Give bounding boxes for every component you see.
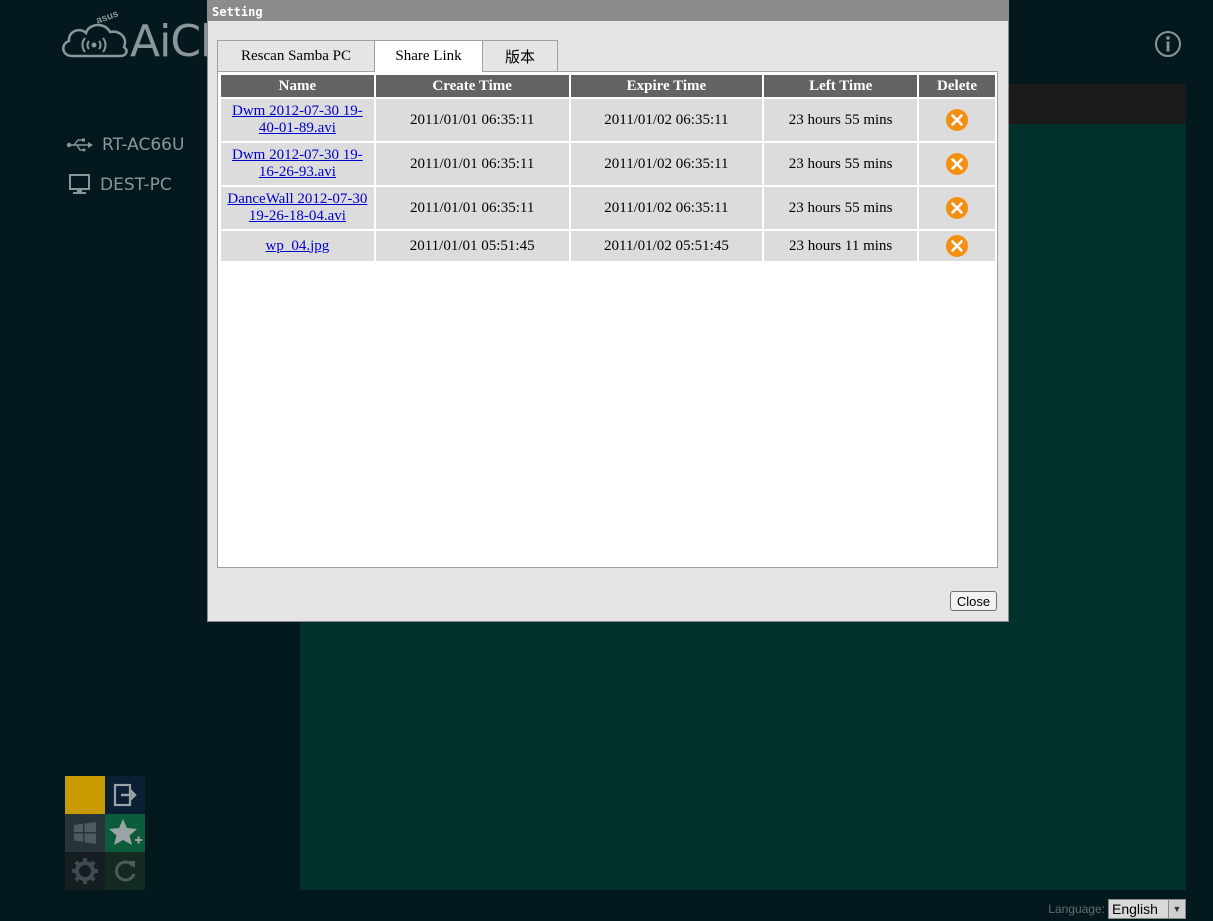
tile-highlight[interactable] [65, 776, 105, 814]
file-name-cell: Dwm 2012-07-30 19- 16-26-93.avi [221, 143, 374, 185]
column-header-expire-time: Expire Time [570, 75, 763, 97]
left-time-cell: 23 hours 55 mins [764, 143, 918, 185]
create-time-cell: 2011/01/01 06:35:11 [375, 99, 569, 141]
delete-cell [919, 231, 995, 261]
table-row: wp_04.jpg 2011/01/01 05:51:45 2011/01/02… [221, 231, 995, 261]
delete-button[interactable] [945, 152, 969, 176]
chevron-down-icon: ▼ [1168, 900, 1185, 918]
file-name-cell: DanceWall 2012-07-30 19-26-18-04.avi [221, 187, 374, 229]
create-time-cell: 2011/01/01 06:35:11 [375, 187, 569, 229]
setting-dialog: Setting Rescan Samba PC Share Link 版本 Na… [207, 0, 1009, 622]
aicloud-logo: asus AiCl [58, 8, 212, 67]
file-link[interactable]: DanceWall 2012-07-30 19-26-18-04.avi [227, 191, 367, 224]
delete-button[interactable] [945, 108, 969, 132]
tab-share-link[interactable]: Share Link [374, 40, 483, 72]
device-label: DEST-PC [100, 175, 172, 195]
column-header-delete: Delete [919, 75, 995, 97]
delete-button[interactable] [945, 234, 969, 258]
column-header-name: Name [221, 75, 374, 97]
monitor-icon [69, 174, 90, 194]
quick-action-tiles [65, 776, 145, 890]
refresh-tile[interactable] [105, 852, 145, 890]
device-label: RT-AC66U [102, 135, 185, 155]
language-select[interactable]: English ▼ [1108, 899, 1186, 919]
tab-bar: Rescan Samba PC Share Link 版本 [217, 40, 558, 72]
language-selector-area: Language: English ▼ [1048, 899, 1186, 919]
device-item-pc[interactable]: DEST-PC [66, 173, 172, 197]
info-icon[interactable] [1154, 30, 1182, 58]
dialog-title: Setting [208, 1, 1008, 21]
create-time-cell: 2011/01/01 05:51:45 [375, 231, 569, 261]
left-time-cell: 23 hours 11 mins [764, 231, 918, 261]
expire-time-cell: 2011/01/02 06:35:11 [570, 99, 763, 141]
file-link[interactable]: wp_04.jpg [266, 238, 330, 254]
share-link-panel: Name Create Time Expire Time Left Time D… [217, 71, 998, 568]
windows-tile[interactable] [65, 814, 105, 852]
expire-time-cell: 2011/01/02 06:35:11 [570, 143, 763, 185]
language-selected-value: English [1112, 901, 1158, 917]
cloud-icon [62, 23, 128, 58]
favorite-add-tile[interactable] [105, 814, 145, 852]
expire-time-cell: 2011/01/02 05:51:45 [570, 231, 763, 261]
expire-time-cell: 2011/01/02 06:35:11 [570, 187, 763, 229]
left-time-cell: 23 hours 55 mins [764, 187, 918, 229]
file-name-cell: Dwm 2012-07-30 19- 40-01-89.avi [221, 99, 374, 141]
table-row: Dwm 2012-07-30 19- 16-26-93.avi 2011/01/0… [221, 143, 995, 185]
device-item-router[interactable]: RT-AC66U [66, 133, 184, 157]
refresh-icon [115, 860, 136, 882]
left-time-cell: 23 hours 55 mins [764, 99, 918, 141]
tab-rescan-samba-pc[interactable]: Rescan Samba PC [217, 40, 375, 71]
close-circle-icon [946, 109, 969, 131]
tab-version[interactable]: 版本 [482, 40, 558, 71]
close-circle-icon [946, 235, 969, 257]
table-row: Dwm 2012-07-30 19- 40-01-89.avi 2011/01/0… [221, 99, 995, 141]
usb-icon [66, 138, 93, 152]
share-link-table: Name Create Time Expire Time Left Time D… [219, 73, 997, 263]
settings-tile[interactable] [65, 852, 105, 890]
file-name-cell: wp_04.jpg [221, 231, 374, 261]
delete-cell [919, 99, 995, 141]
app-brand-name: AiCl [130, 16, 212, 67]
language-label: Language: [1048, 902, 1105, 916]
delete-cell [919, 187, 995, 229]
close-button[interactable]: Close [950, 591, 997, 611]
close-circle-icon [946, 153, 969, 175]
delete-cell [919, 143, 995, 185]
windows-icon [74, 822, 96, 844]
table-row: DanceWall 2012-07-30 19-26-18-04.avi 2011… [221, 187, 995, 229]
delete-button[interactable] [945, 196, 969, 220]
file-link[interactable]: Dwm 2012-07-30 19- 40-01-89.avi [232, 103, 363, 136]
file-link[interactable]: Dwm 2012-07-30 19- 16-26-93.avi [232, 147, 363, 180]
create-time-cell: 2011/01/01 06:35:11 [375, 143, 569, 185]
logout-tile[interactable] [105, 776, 145, 814]
logout-icon [113, 783, 137, 807]
close-circle-icon [946, 197, 969, 219]
column-header-create-time: Create Time [375, 75, 569, 97]
gear-icon [72, 858, 98, 884]
star-add-icon [109, 819, 142, 845]
column-header-left-time: Left Time [764, 75, 918, 97]
table-header-row: Name Create Time Expire Time Left Time D… [221, 75, 995, 97]
